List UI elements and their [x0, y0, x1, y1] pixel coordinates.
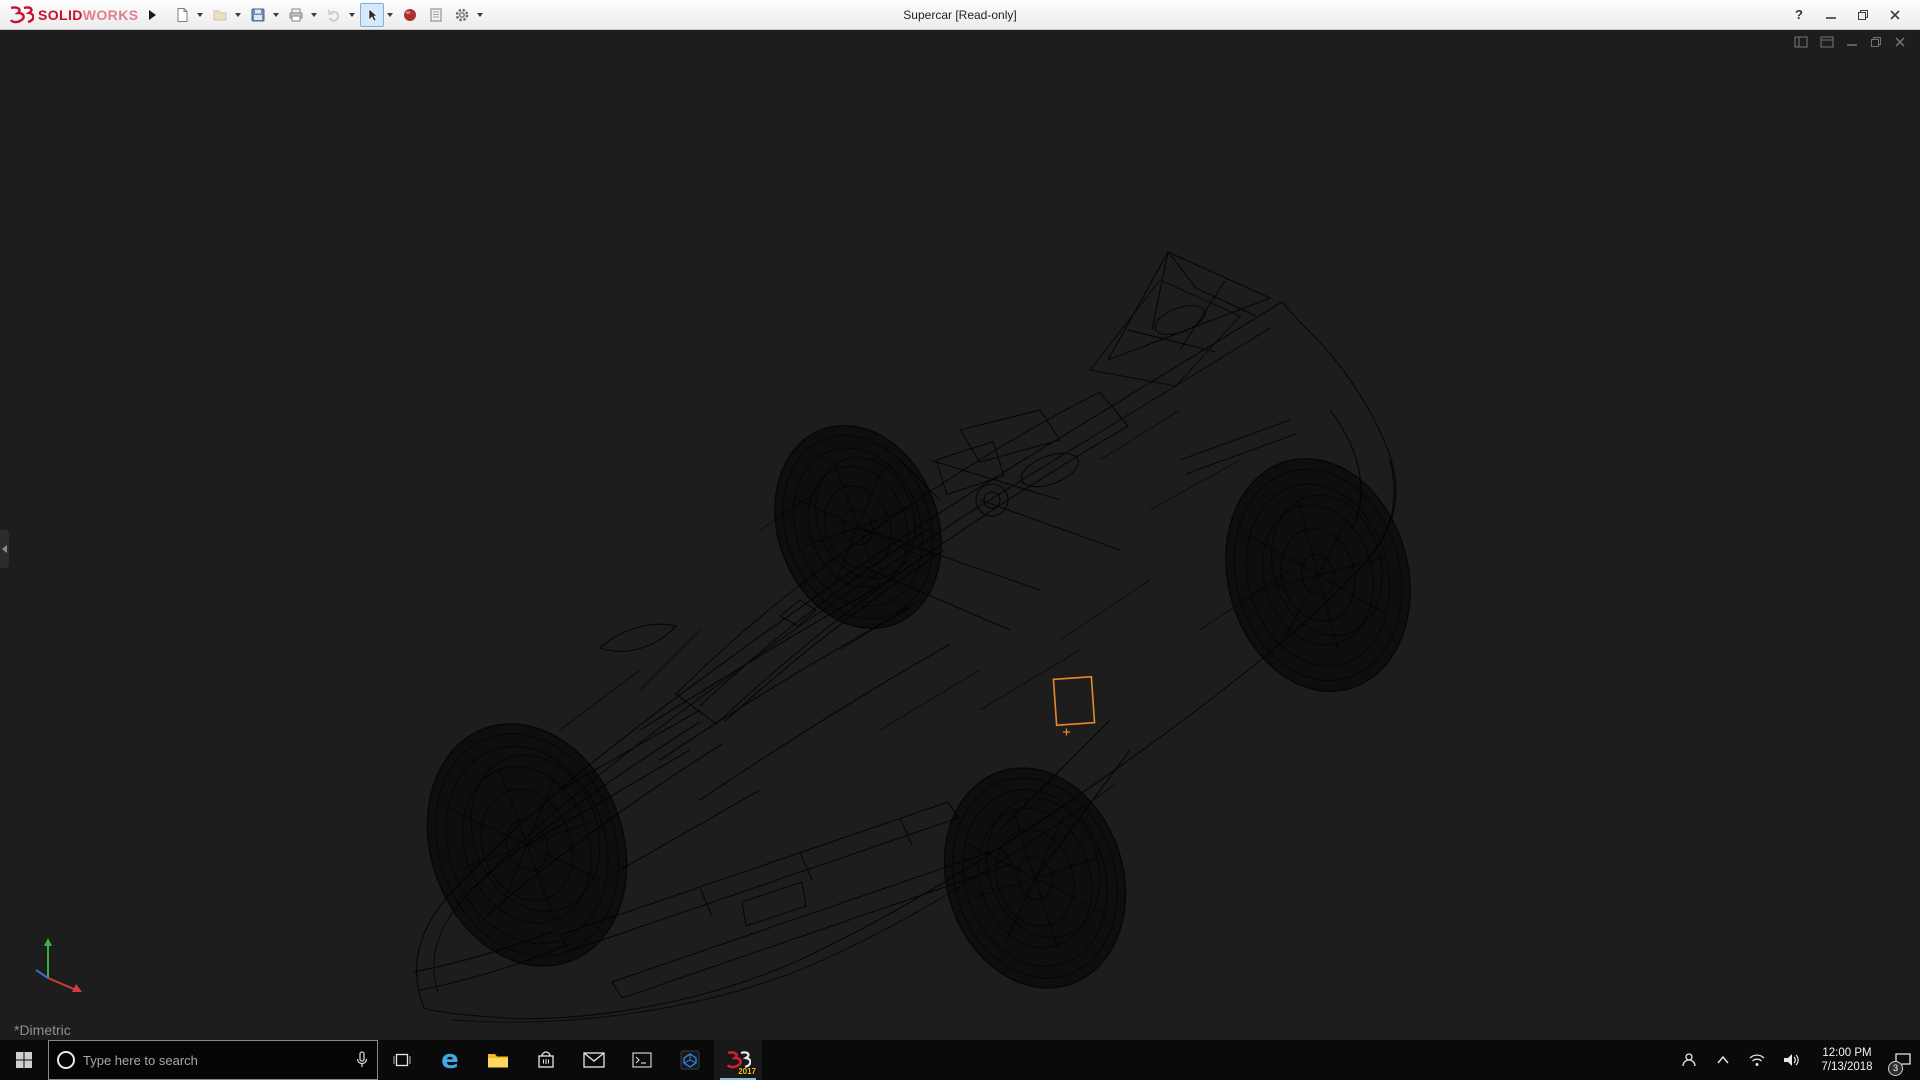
- system-tray: 12:00 PM 7/13/2018 3: [1672, 1040, 1920, 1080]
- close-document-button[interactable]: [1894, 36, 1906, 48]
- speaker-icon: [1782, 1052, 1800, 1068]
- close-button[interactable]: [1882, 4, 1908, 26]
- appearances-button[interactable]: [398, 3, 422, 27]
- dock-window-button[interactable]: [1820, 36, 1834, 48]
- help-button[interactable]: ?: [1786, 4, 1812, 26]
- clock-time: 12:00 PM: [1822, 1046, 1871, 1060]
- wheel-front-right[interactable]: [917, 744, 1154, 1011]
- console-button[interactable]: [618, 1040, 666, 1080]
- save-button[interactable]: [246, 3, 270, 27]
- titlebar: SOLIDWORKS: [0, 0, 1920, 30]
- new-document-icon: [174, 7, 190, 23]
- mail-button[interactable]: [570, 1040, 618, 1080]
- minimize-icon: [1825, 9, 1837, 21]
- save-dropdown[interactable]: [270, 3, 282, 27]
- people-button[interactable]: [1672, 1040, 1706, 1080]
- solidworks-year-label: 2017: [738, 1067, 756, 1076]
- windows-taskbar: e: [0, 1040, 1920, 1080]
- wireframe-car-model[interactable]: [0, 30, 1920, 1040]
- action-center-button[interactable]: 3: [1886, 1040, 1920, 1080]
- select-button[interactable]: [360, 3, 384, 27]
- appearances-sphere-icon: [402, 7, 418, 23]
- orientation-triad: [22, 932, 86, 1002]
- task-view-icon: [392, 1051, 412, 1069]
- file-properties-button[interactable]: [424, 3, 448, 27]
- store-icon: [536, 1050, 556, 1070]
- hidden-icons-button[interactable]: [1706, 1040, 1740, 1080]
- volume-button[interactable]: [1774, 1040, 1808, 1080]
- minimize-button[interactable]: [1818, 4, 1844, 26]
- options-dropdown[interactable]: [474, 3, 486, 27]
- chevron-up-icon: [1716, 1055, 1730, 1065]
- taskbar-clock[interactable]: 12:00 PM 7/13/2018: [1808, 1040, 1886, 1080]
- start-button[interactable]: [0, 1040, 48, 1080]
- mail-icon: [583, 1052, 605, 1068]
- selected-entity-highlight[interactable]: [1053, 677, 1094, 736]
- print-icon: [288, 7, 304, 23]
- save-icon: [250, 7, 266, 23]
- solidworks-mark-icon: [8, 5, 34, 25]
- restore-document-button[interactable]: [1870, 36, 1882, 48]
- network-button[interactable]: [1740, 1040, 1774, 1080]
- menu-flyout-arrow-icon[interactable]: [144, 5, 160, 25]
- windows-logo-icon: [15, 1051, 33, 1069]
- cad-app-icon: [680, 1050, 700, 1070]
- console-icon: [632, 1052, 652, 1068]
- graphics-viewport[interactable]: *Dimetric: [0, 30, 1920, 1040]
- wheel-rear-right[interactable]: [1201, 438, 1436, 713]
- clock-date: 7/13/2018: [1821, 1060, 1872, 1074]
- view-orientation-label: *Dimetric: [14, 1022, 71, 1038]
- new-document-button[interactable]: [170, 3, 194, 27]
- taskbar-search[interactable]: [48, 1040, 378, 1080]
- options-gear-icon: [454, 7, 470, 23]
- minimize-document-button[interactable]: [1846, 36, 1858, 48]
- cortana-icon: [57, 1051, 75, 1069]
- microphone-icon[interactable]: [355, 1051, 369, 1069]
- print-button[interactable]: [284, 3, 308, 27]
- collapsed-panel-tab[interactable]: [0, 530, 9, 568]
- open-button[interactable]: [208, 3, 232, 27]
- search-input[interactable]: [83, 1053, 347, 1068]
- solidworks-logo: SOLIDWORKS: [4, 5, 144, 25]
- print-dropdown[interactable]: [308, 3, 320, 27]
- float-window-button[interactable]: [1794, 36, 1808, 48]
- select-cursor-icon: [364, 7, 380, 23]
- window-controls: ?: [1786, 4, 1916, 26]
- chevron-left-icon: [2, 545, 7, 553]
- task-view-button[interactable]: [378, 1040, 426, 1080]
- document-window-controls: [1794, 36, 1906, 48]
- undo-dropdown[interactable]: [346, 3, 358, 27]
- restore-button[interactable]: [1850, 4, 1876, 26]
- open-dropdown[interactable]: [232, 3, 244, 27]
- solidworks-taskbar-button[interactable]: 2017: [714, 1040, 762, 1080]
- wifi-icon: [1748, 1053, 1766, 1067]
- close-icon: [1889, 9, 1901, 21]
- people-icon: [1680, 1051, 1698, 1069]
- new-document-dropdown[interactable]: [194, 3, 206, 27]
- store-button[interactable]: [522, 1040, 570, 1080]
- edge-button[interactable]: e: [426, 1040, 474, 1080]
- file-explorer-icon: [487, 1051, 509, 1069]
- open-folder-icon: [212, 7, 228, 23]
- undo-icon: [326, 7, 342, 23]
- restore-icon: [1857, 9, 1869, 21]
- brand-works: WORKS: [83, 7, 139, 23]
- file-properties-icon: [428, 7, 444, 23]
- wheel-rear-left[interactable]: [747, 402, 968, 652]
- select-dropdown[interactable]: [384, 3, 396, 27]
- edge-icon: e: [441, 1047, 459, 1073]
- options-button[interactable]: [450, 3, 474, 27]
- brand-solid: SOLID: [38, 7, 83, 23]
- file-explorer-button[interactable]: [474, 1040, 522, 1080]
- notification-badge: 3: [1888, 1061, 1903, 1076]
- main-toolbar: [170, 3, 486, 27]
- undo-button[interactable]: [322, 3, 346, 27]
- cad-app-button[interactable]: [666, 1040, 714, 1080]
